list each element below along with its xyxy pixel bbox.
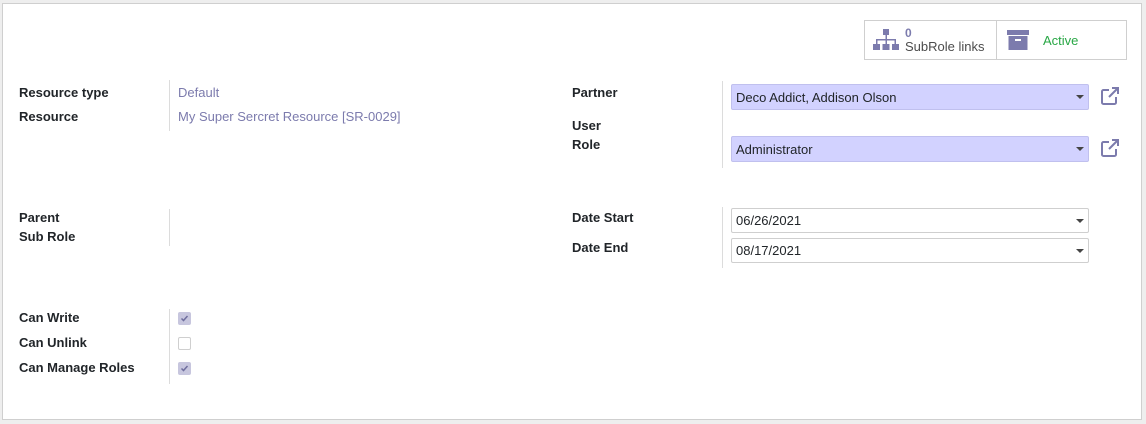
date-end-label: Date End: [572, 240, 629, 255]
subrole-links-button[interactable]: 0 SubRole links: [865, 21, 996, 59]
active-label: Active: [1043, 32, 1079, 48]
caret-down-icon: [1076, 95, 1084, 99]
role-label: Role: [572, 137, 601, 152]
sub-role-label: Sub Role: [19, 229, 76, 244]
can-unlink-checkbox[interactable]: [178, 337, 191, 350]
role-select[interactable]: Administrator: [731, 136, 1089, 162]
archive-icon: [1005, 27, 1031, 53]
can-write-label: Can Write: [19, 310, 80, 325]
active-toggle-button[interactable]: Active: [996, 21, 1126, 59]
field-separator: [169, 80, 170, 131]
field-separator: [722, 207, 723, 268]
can-manage-roles-checkbox[interactable]: [178, 362, 191, 375]
form-sheet: 0 SubRole links Active Resource type Res…: [2, 3, 1142, 420]
sitemap-icon: [873, 27, 899, 53]
partner-value: Deco Addict, Addison Olson: [736, 89, 897, 105]
field-separator: [169, 309, 170, 384]
parent-label: Parent: [19, 210, 60, 225]
caret-down-icon: [1076, 219, 1084, 223]
button-box: 0 SubRole links Active: [864, 20, 1127, 60]
can-manage-roles-label: Can Manage Roles: [19, 360, 135, 375]
external-link-icon[interactable]: [1100, 138, 1120, 158]
check-icon: [180, 315, 189, 322]
caret-down-icon: [1076, 147, 1084, 151]
role-value: Administrator: [736, 141, 813, 157]
date-start-value: 06/26/2021: [736, 213, 802, 228]
resource-type-label: Resource type: [19, 85, 109, 100]
can-write-checkbox[interactable]: [178, 312, 191, 325]
resource-value[interactable]: My Super Sercret Resource [SR-0029]: [178, 109, 401, 124]
date-start-label: Date Start: [572, 210, 634, 225]
field-separator: [169, 209, 170, 246]
can-unlink-label: Can Unlink: [19, 335, 87, 350]
subrole-count: 0: [905, 26, 912, 40]
check-icon: [180, 365, 189, 372]
date-end-value: 08/17/2021: [736, 243, 802, 258]
date-end-input[interactable]: 08/17/2021: [731, 238, 1089, 263]
resource-label: Resource: [19, 109, 79, 124]
resource-type-value[interactable]: Default: [178, 85, 219, 100]
user-label: User: [572, 118, 601, 133]
partner-label: Partner: [572, 85, 618, 100]
partner-select[interactable]: Deco Addict, Addison Olson: [731, 84, 1089, 110]
external-link-icon[interactable]: [1100, 86, 1120, 106]
field-separator: [722, 81, 723, 168]
date-start-input[interactable]: 06/26/2021: [731, 208, 1089, 233]
subrole-label: SubRole links: [905, 39, 985, 54]
caret-down-icon: [1076, 249, 1084, 253]
